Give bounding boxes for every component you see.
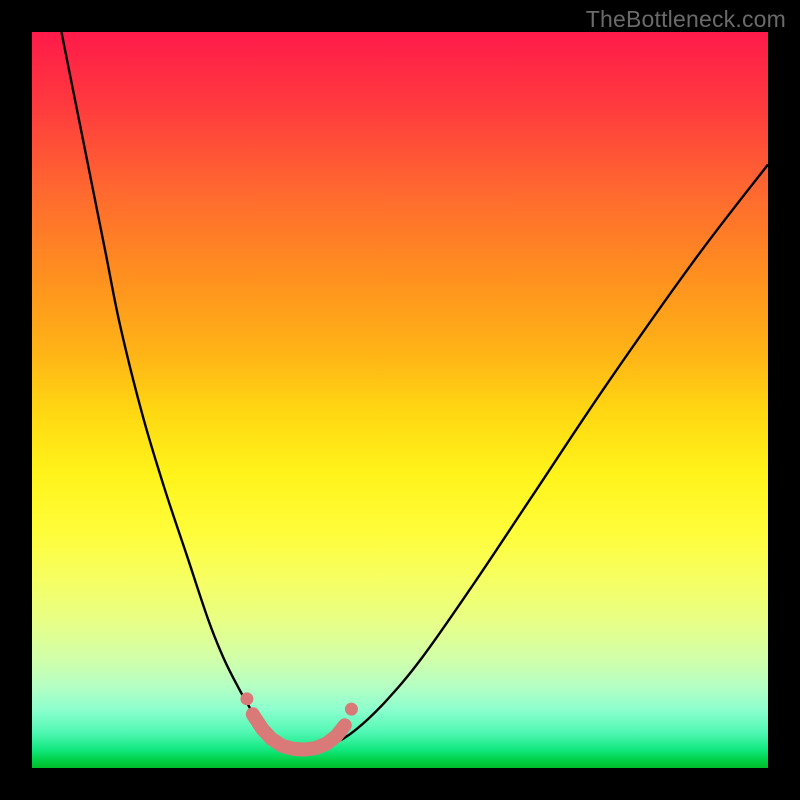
bottleneck-curve <box>61 32 768 750</box>
marker-dot <box>240 692 253 705</box>
data-markers-group <box>240 692 358 749</box>
plot-area <box>32 32 768 768</box>
chart-frame: TheBottleneck.com <box>0 0 800 800</box>
marker-segment <box>253 714 345 749</box>
marker-dot <box>345 703 358 716</box>
bottleneck-curve-group <box>61 32 768 750</box>
watermark-text: TheBottleneck.com <box>586 6 786 33</box>
chart-svg <box>32 32 768 768</box>
